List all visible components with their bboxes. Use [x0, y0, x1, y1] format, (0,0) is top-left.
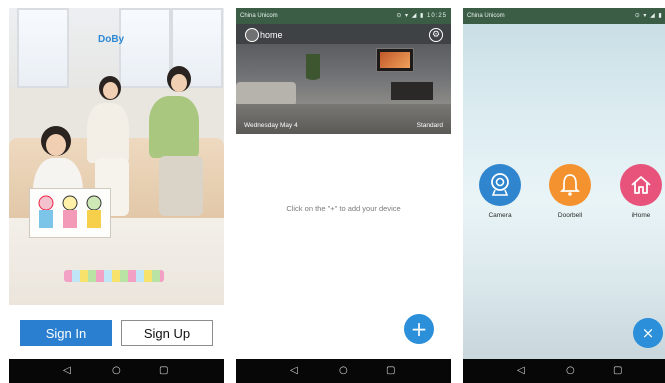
android-nav-bar: ◁ ○ ▢	[236, 359, 451, 383]
family-photo	[9, 8, 224, 305]
sign-in-button[interactable]: Sign In	[20, 320, 112, 346]
back-icon[interactable]: ◁	[517, 366, 525, 376]
add-device-button[interactable]: +	[404, 314, 434, 344]
man-figure	[149, 96, 199, 158]
sofa-decor	[236, 82, 296, 106]
camera-icon	[491, 173, 509, 196]
home-nav-icon[interactable]: ○	[339, 366, 348, 376]
back-icon[interactable]: ◁	[290, 366, 298, 376]
bell-icon	[559, 174, 581, 196]
android-nav-bar: ◁ ○ ▢	[9, 359, 224, 383]
mode-label[interactable]: Standard	[417, 122, 443, 129]
home-screen: Wednesday May 4 Standard China Unicom ⊙ …	[236, 8, 451, 383]
status-icons: ⊙ ▾ ◢ ▮ 10:25	[396, 13, 447, 19]
home-icon	[631, 176, 651, 194]
floor-decor	[236, 104, 451, 134]
toy-decor	[64, 270, 164, 282]
date-label: Wednesday May 4	[244, 122, 298, 129]
woman-figure	[87, 103, 129, 163]
window-decor	[17, 8, 69, 88]
ihome-label: iHome	[631, 212, 651, 219]
ihome-device-button[interactable]	[620, 164, 662, 206]
status-icons: ⊙ ▾ ◢ ▮ 10	[634, 13, 665, 19]
man-face	[171, 74, 187, 92]
sign-up-button[interactable]: Sign Up	[121, 320, 213, 346]
doorbell-device-button[interactable]	[549, 164, 591, 206]
android-nav-bar: ◁ ○ ▢	[463, 359, 665, 383]
login-screen: DoBy Sign In Sign Up ◁ ○ ▢	[9, 8, 224, 383]
girl-face	[46, 134, 66, 156]
home-banner: Wednesday May 4 Standard	[236, 24, 451, 134]
woman-face	[103, 82, 118, 99]
cabinet-decor	[391, 82, 433, 100]
app-logo: DoBy	[98, 34, 125, 45]
back-icon[interactable]: ◁	[63, 366, 71, 376]
window-decor	[119, 8, 171, 88]
tv-screen-decor	[380, 52, 410, 68]
recent-apps-icon[interactable]: ▢	[386, 366, 395, 376]
plant-decor	[306, 54, 320, 88]
man-legs	[159, 156, 203, 216]
settings-icon[interactable]: ⚙	[429, 28, 443, 42]
status-bar: China Unicom ⊙ ▾ ◢ ▮ 10:25	[236, 8, 451, 24]
home-nav-icon[interactable]: ○	[566, 366, 575, 376]
recent-apps-icon[interactable]: ▢	[613, 366, 622, 376]
home-avatar-icon[interactable]	[245, 28, 259, 42]
home-nav-icon[interactable]: ○	[112, 366, 121, 376]
camera-label: Camera	[488, 212, 512, 219]
add-device-screen: China Unicom ⊙ ▾ ◢ ▮ 10 Camera Doorbell …	[463, 8, 665, 383]
empty-devices-hint: Click on the "+" to add your device	[286, 204, 401, 213]
status-bar: China Unicom ⊙ ▾ ◢ ▮ 10	[463, 8, 665, 24]
camera-device-button[interactable]	[479, 164, 521, 206]
carrier-label: China Unicom	[240, 13, 278, 19]
child-drawing	[29, 188, 111, 238]
recent-apps-icon[interactable]: ▢	[159, 366, 168, 376]
home-title[interactable]: home	[260, 30, 283, 40]
doorbell-label: Doorbell	[557, 212, 583, 219]
carrier-label: China Unicom	[467, 13, 505, 19]
close-button[interactable]: ×	[633, 318, 663, 348]
